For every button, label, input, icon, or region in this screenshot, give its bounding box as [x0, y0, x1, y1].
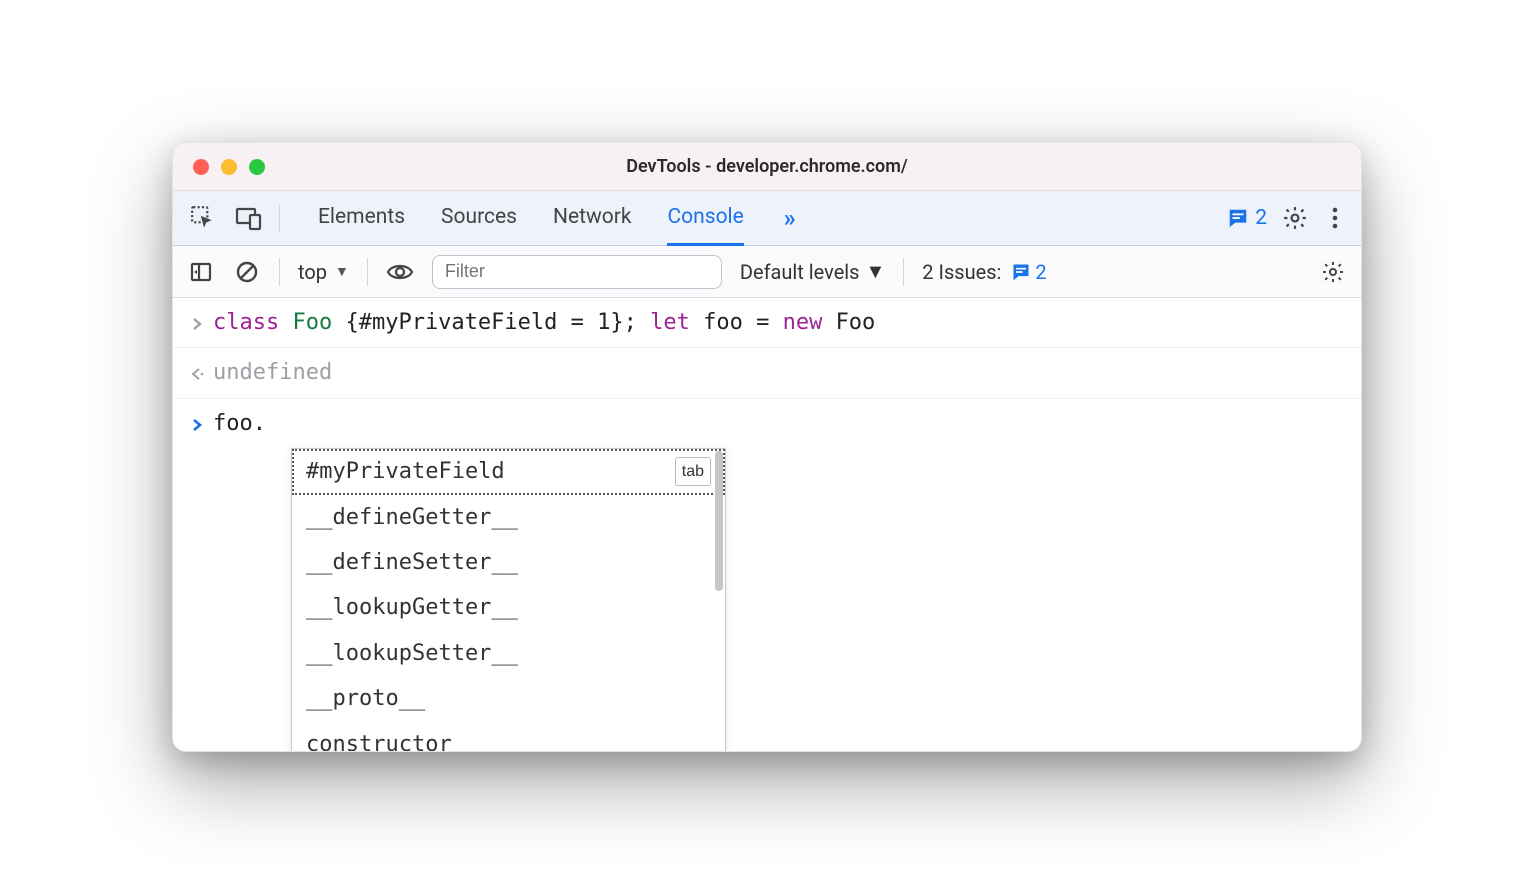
autocomplete-item-label: constructor: [306, 726, 452, 751]
prompt-chevron-icon: [191, 418, 213, 432]
more-menu-icon[interactable]: [1323, 206, 1347, 230]
autocomplete-item[interactable]: constructor: [292, 722, 725, 751]
console-current-input-row[interactable]: foo.: [173, 399, 1361, 448]
log-levels-selector[interactable]: Default levels ▼: [740, 259, 885, 284]
console-result-row: undefined: [173, 348, 1361, 398]
code-token: let: [650, 310, 703, 335]
console-input-history-row[interactable]: class Foo {#myPrivateField = 1}; let foo…: [173, 298, 1361, 348]
issues-count: 2: [1035, 260, 1046, 284]
subbar-divider-1: [279, 258, 280, 286]
device-toggle-icon[interactable]: [233, 202, 265, 234]
autocomplete-item[interactable]: #myPrivateField tab: [292, 449, 725, 494]
console-settings-gear-icon[interactable]: [1319, 258, 1347, 286]
context-selector[interactable]: top ▼: [298, 260, 349, 284]
autocomplete-item-label: #myPrivateField: [306, 453, 505, 490]
input-chevron-icon: [191, 317, 213, 331]
dropdown-triangle-icon: ▼: [335, 263, 349, 280]
panel-tabs: Elements Sources Network Console: [318, 191, 744, 246]
tab-network[interactable]: Network: [553, 191, 632, 246]
close-window-button[interactable]: [193, 159, 209, 175]
code-token: foo =: [703, 310, 782, 335]
console-toolbar: top ▼ Default levels ▼ 2 Issues: 2: [173, 246, 1361, 298]
titlebar: DevTools - developer.chrome.com/: [173, 143, 1361, 191]
autocomplete-popup: #myPrivateField tab __defineGetter__ __defi…: [291, 448, 726, 751]
autocomplete-item-label: __defineSetter__: [306, 544, 518, 581]
context-label: top: [298, 260, 327, 284]
dropdown-triangle-icon: ▼: [866, 259, 886, 284]
maximize-window-button[interactable]: [249, 159, 265, 175]
levels-label: Default levels: [740, 260, 860, 284]
window-title: DevTools - developer.chrome.com/: [173, 156, 1361, 177]
filter-input[interactable]: [432, 255, 722, 289]
tab-elements[interactable]: Elements: [318, 191, 405, 246]
autocomplete-item[interactable]: __defineGetter__: [292, 495, 725, 540]
more-tabs-icon[interactable]: »: [784, 204, 796, 232]
autocomplete-scrollbar[interactable]: [715, 451, 723, 591]
console-code-line: class Foo {#myPrivateField = 1}; let foo…: [213, 304, 875, 341]
tab-hint: tab: [675, 457, 711, 486]
tab-sources[interactable]: Sources: [441, 191, 517, 246]
code-token: Foo: [836, 310, 876, 335]
console-body[interactable]: class Foo {#myPrivateField = 1}; let foo…: [173, 298, 1361, 751]
subbar-divider-3: [903, 258, 904, 286]
code-token: {#myPrivateField = 1};: [345, 310, 650, 335]
issues-label: 2 Issues:: [922, 260, 1001, 284]
code-token: class: [213, 310, 292, 335]
messages-badge[interactable]: 2: [1227, 206, 1267, 230]
autocomplete-item[interactable]: __defineSetter__: [292, 540, 725, 585]
output-chevron-icon: [191, 367, 213, 381]
code-token: Foo: [292, 310, 345, 335]
autocomplete-item-label: __lookupGetter__: [306, 589, 518, 626]
clear-console-icon[interactable]: [233, 258, 261, 286]
toolbar-divider: [279, 204, 280, 232]
console-result-value: undefined: [213, 354, 332, 391]
subbar-divider-2: [367, 258, 368, 286]
console-current-input[interactable]: foo.: [213, 405, 266, 442]
tab-console[interactable]: Console: [667, 191, 743, 246]
messages-count: 2: [1255, 206, 1267, 230]
code-token: new: [783, 310, 836, 335]
settings-gear-icon[interactable]: [1281, 204, 1309, 232]
autocomplete-item-label: __proto__: [306, 680, 425, 717]
autocomplete-item[interactable]: __lookupGetter__: [292, 585, 725, 630]
live-expression-eye-icon[interactable]: [386, 258, 414, 286]
main-toolbar: Elements Sources Network Console » 2: [173, 191, 1361, 246]
issues-indicator[interactable]: 2 Issues: 2: [922, 260, 1046, 284]
inspect-element-icon[interactable]: [187, 202, 219, 234]
devtools-window: DevTools - developer.chrome.com/ Element…: [172, 142, 1362, 752]
autocomplete-item-label: __lookupSetter__: [306, 635, 518, 672]
traffic-lights: [173, 159, 265, 175]
autocomplete-item-label: __defineGetter__: [306, 499, 518, 536]
minimize-window-button[interactable]: [221, 159, 237, 175]
autocomplete-item[interactable]: __lookupSetter__: [292, 631, 725, 676]
sidebar-toggle-icon[interactable]: [187, 258, 215, 286]
autocomplete-item[interactable]: __proto__: [292, 676, 725, 721]
